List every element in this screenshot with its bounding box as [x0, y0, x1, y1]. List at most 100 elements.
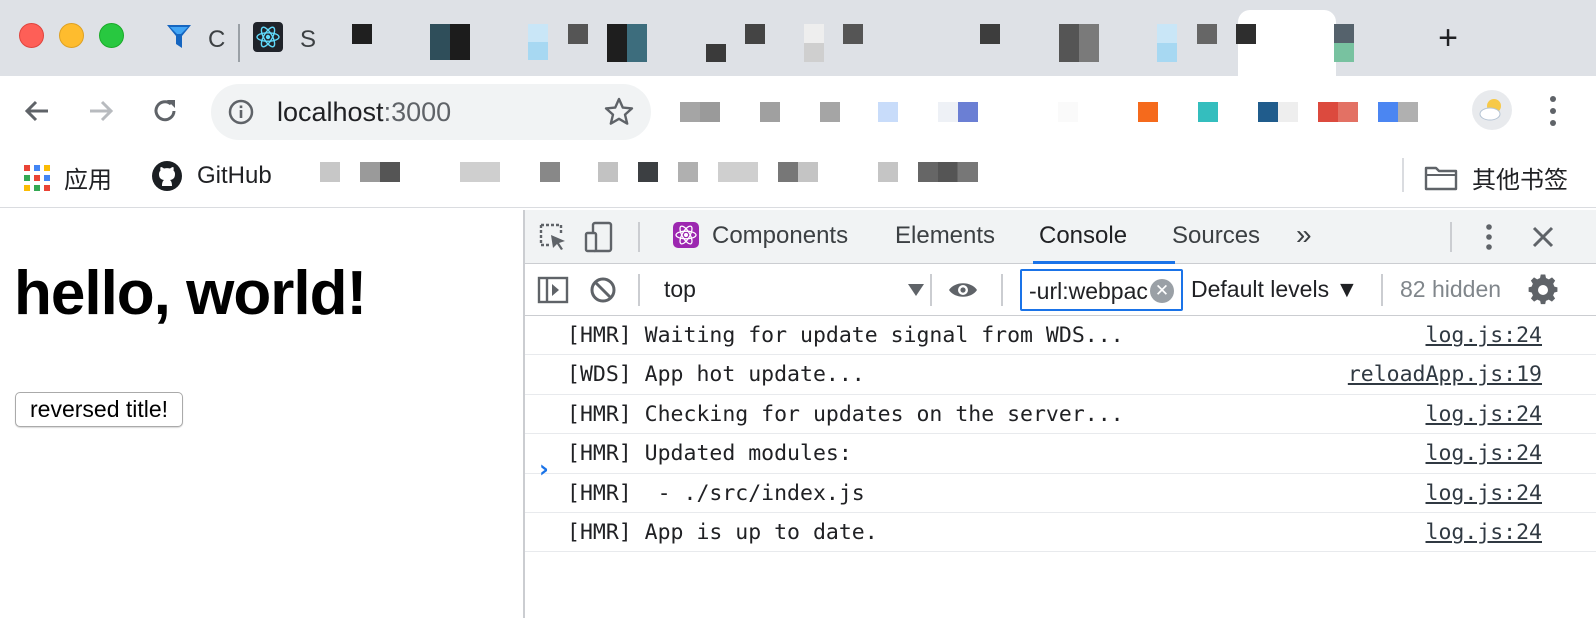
blurred-bookmark[interactable] [778, 162, 818, 182]
log-levels-dropdown[interactable]: Default levels ▼ [1191, 276, 1358, 303]
log-source-link[interactable]: reloadApp.js:19 [1348, 362, 1542, 387]
blurred-tab-icon [1334, 24, 1354, 62]
close-window-button[interactable] [19, 23, 44, 48]
devtools-menu-icon[interactable] [1473, 221, 1505, 253]
console-settings-gear-icon[interactable] [1527, 274, 1559, 306]
blurred-tab-icon [1059, 24, 1099, 62]
address-bar[interactable]: localhost:3000 [211, 84, 651, 140]
log-source-link[interactable]: log.js:24 [1426, 323, 1543, 348]
arrow-left-icon [24, 100, 48, 122]
back-button[interactable] [16, 90, 58, 132]
sidebar-toggle-icon[interactable] [537, 274, 569, 306]
bookmark-github[interactable]: GitHub [151, 160, 272, 192]
inspect-element-icon[interactable] [537, 221, 569, 253]
forward-button[interactable] [80, 90, 122, 132]
log-message: [HMR] Checking for updates on the server… [567, 401, 1124, 427]
zoom-window-button[interactable] [99, 23, 124, 48]
bookmark-other[interactable]: 其他书签 [1424, 160, 1568, 195]
blurred-tab-icon [568, 24, 588, 44]
react-components-icon [673, 222, 699, 248]
blurred-tab-icon [1197, 24, 1217, 44]
arrow-right-icon [90, 100, 114, 122]
tab-sources[interactable]: Sources [1172, 222, 1260, 250]
bookmark-other-label: 其他书签 [1472, 167, 1568, 194]
extension-icon[interactable] [878, 102, 898, 122]
log-message: [HMR] App is up to date. [567, 519, 878, 545]
console-filter-input[interactable]: -url:webpack ✕ [1020, 269, 1183, 311]
blurred-bookmark[interactable] [878, 162, 898, 182]
tab-elements[interactable]: Elements [895, 222, 995, 250]
console-log-row: [HMR] Checking for updates on the server… [525, 395, 1596, 435]
log-source-link[interactable]: log.js:24 [1426, 520, 1543, 545]
devtools-divider [638, 222, 640, 252]
log-message: [HMR] Waiting for update signal from WDS… [567, 323, 1124, 348]
devtools-divider [1450, 222, 1452, 252]
bookmark-star-icon[interactable] [603, 96, 635, 128]
console-log-row: [WDS] App hot update... reloadApp.js:19 [525, 355, 1596, 395]
bookmark-github-label: GitHub [197, 162, 272, 189]
log-message: [HMR] - ./src/index.js [567, 480, 865, 506]
blurred-bookmark[interactable] [918, 162, 978, 182]
clear-console-icon[interactable] [587, 274, 619, 306]
blurred-bookmark[interactable] [598, 162, 618, 182]
extension-icon[interactable] [760, 102, 780, 122]
context-selector[interactable]: top [664, 276, 696, 303]
tab-console[interactable]: Console [1039, 222, 1127, 250]
more-tabs-button[interactable]: » [1296, 219, 1312, 251]
browser-toolbar: localhost:3000 [0, 76, 1596, 146]
profile-avatar[interactable] [1472, 90, 1512, 130]
address-port: :3000 [383, 97, 452, 127]
blurred-bookmark[interactable] [718, 162, 758, 182]
info-icon[interactable] [227, 98, 255, 126]
console-log-row: [HMR] Waiting for update signal from WDS… [525, 316, 1596, 356]
page-viewport: hello, world! reversed title! [0, 210, 523, 618]
blurred-tab-icon [430, 24, 470, 60]
tab-divider [238, 24, 240, 62]
clear-filter-icon[interactable]: ✕ [1150, 279, 1174, 303]
new-tab-button[interactable]: + [1430, 20, 1466, 56]
extension-icon[interactable] [1058, 102, 1078, 122]
blurred-bookmark[interactable] [360, 162, 400, 182]
minimize-window-button[interactable] [59, 23, 84, 48]
blurred-bookmark[interactable] [540, 162, 560, 182]
blurred-tab-icon [706, 44, 726, 62]
extension-icon[interactable] [1378, 102, 1418, 122]
address-url[interactable]: localhost:3000 [277, 97, 451, 128]
page-heading: hello, world! [14, 259, 367, 328]
devtools-panel: Components Elements Console Sources » to… [523, 210, 1596, 618]
extension-icon[interactable] [1138, 102, 1158, 122]
reverse-title-button[interactable]: reversed title! [15, 392, 184, 427]
reload-button[interactable] [144, 90, 186, 132]
log-source-link[interactable]: log.js:24 [1426, 402, 1543, 427]
extension-icon[interactable] [820, 102, 840, 122]
extension-icon[interactable] [1318, 102, 1358, 122]
bookmark-apps[interactable]: 应用 [24, 160, 112, 195]
blurred-bookmark[interactable] [320, 162, 340, 182]
blurred-tab-icon [352, 24, 372, 44]
log-source-link[interactable]: log.js:24 [1426, 481, 1543, 506]
devtools-tab-bar: Components Elements Console Sources » [525, 210, 1596, 264]
log-source-link[interactable]: log.js:24 [1426, 441, 1543, 466]
blurred-tab-icon [1157, 24, 1177, 62]
browser-menu-icon[interactable] [1546, 94, 1560, 128]
device-toolbar-icon[interactable] [583, 221, 615, 253]
console-log-row: [HMR] Updated modules: log.js:24 [525, 434, 1596, 474]
react-icon [253, 22, 283, 52]
filter-divider [1381, 274, 1383, 306]
extension-icon[interactable] [1198, 102, 1218, 122]
tab-title: S [300, 26, 317, 53]
blurred-bookmark[interactable] [460, 162, 500, 182]
blurred-tab-icon [1236, 24, 1256, 44]
blurred-bookmark[interactable] [638, 162, 658, 182]
close-devtools-icon[interactable] [1527, 221, 1559, 253]
context-dropdown-icon[interactable] [908, 284, 924, 296]
extension-icon[interactable] [680, 102, 720, 122]
address-host: localhost [277, 97, 384, 127]
blurred-bookmark[interactable] [678, 162, 698, 182]
extension-icon[interactable] [938, 102, 978, 122]
live-expression-eye-icon[interactable] [947, 274, 979, 306]
bookmark-apps-label: 应用 [64, 167, 112, 194]
extension-icon[interactable] [1258, 102, 1298, 122]
blurred-tab-icon [843, 24, 863, 44]
console-prompt-icon[interactable]: › [539, 455, 549, 483]
